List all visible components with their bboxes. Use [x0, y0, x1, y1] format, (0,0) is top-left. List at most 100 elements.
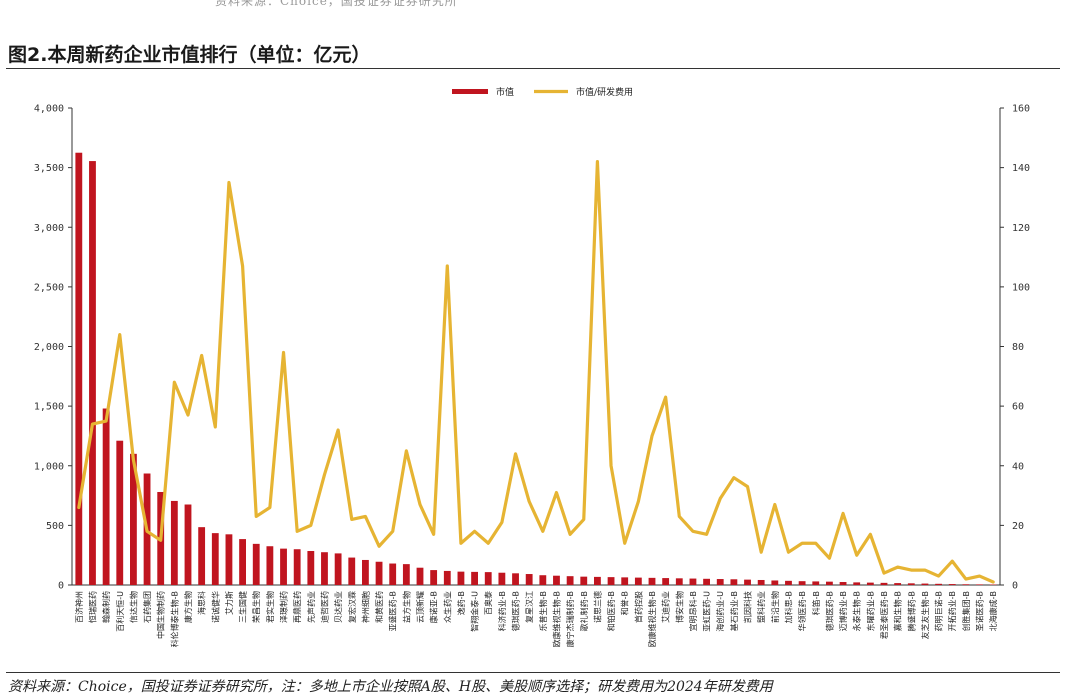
bar [321, 552, 328, 585]
line-point [528, 500, 530, 503]
line-point [118, 333, 121, 336]
line-series [77, 160, 995, 584]
category-label: 友芝友生物-B [920, 591, 930, 639]
category-label: 创胜集团-B [961, 591, 971, 631]
legend-swatch-bar [452, 89, 488, 94]
bar [798, 581, 806, 585]
line-point [187, 414, 189, 416]
category-label: 再鼎医药 [292, 591, 302, 623]
line-point [937, 575, 940, 577]
bar [894, 583, 902, 585]
line-path [77, 160, 995, 584]
line-point [310, 524, 312, 527]
bar [389, 563, 397, 585]
line-point [924, 569, 926, 571]
category-label: 宜明昂科-B [688, 591, 698, 631]
bar [935, 583, 942, 585]
line-point [255, 515, 258, 518]
category-label: 中国生物制药 [156, 591, 166, 639]
bar [116, 440, 124, 585]
bar [866, 582, 874, 585]
bar [430, 570, 438, 585]
category-label: 泽璟制药 [279, 591, 289, 623]
bar [648, 577, 656, 585]
line-point [296, 530, 298, 533]
bar [457, 571, 465, 585]
bar [662, 578, 670, 585]
category-label: 亚虹医药-U [702, 591, 712, 632]
y-left-tick-label: 3,000 [34, 223, 64, 234]
bar [826, 581, 833, 585]
line-point [419, 503, 421, 506]
y-left-tick-label: 500 [46, 521, 64, 532]
bar [675, 578, 683, 585]
category-label: 君圣泰医药-B [879, 591, 889, 639]
category-label: 复星汉江 [524, 591, 534, 623]
category-label: 海思科 [197, 591, 207, 615]
bar [907, 583, 915, 585]
category-label: 药明巨诺-B [934, 591, 944, 631]
line-point [678, 515, 681, 518]
bar [348, 557, 356, 585]
y-left-tick-label: 1,000 [34, 461, 64, 472]
category-label: 德琪医药-B [824, 591, 834, 631]
line-point [282, 351, 285, 354]
y-left-tick-label: 3,500 [34, 163, 64, 174]
line-point [883, 572, 885, 574]
line-point [787, 551, 790, 554]
bar [512, 573, 519, 585]
line-point [78, 506, 80, 509]
bar [948, 584, 956, 585]
category-label: 欧康维视生物-B [551, 591, 561, 647]
bar [471, 571, 478, 585]
bar [293, 549, 301, 585]
bar [443, 570, 451, 585]
bar [716, 579, 724, 585]
category-label: 贝达药业 [333, 591, 343, 623]
bar [89, 161, 96, 585]
line-point [978, 575, 981, 577]
y-right-tick-label: 140 [1012, 163, 1030, 174]
line-point [774, 503, 776, 506]
category-label: 华领医药-B [797, 591, 807, 631]
category-label: 亚盛医药-B [388, 591, 398, 631]
line-point [842, 512, 844, 515]
category-label: 凯因科技 [743, 591, 753, 623]
category-label: 海创药业-U [715, 591, 725, 632]
category-label: 基石药业-B [729, 591, 739, 631]
bar [853, 582, 861, 585]
category-label: 博安生物 [674, 591, 684, 623]
category-label: 首药控股 [633, 591, 643, 623]
bar [744, 579, 751, 585]
bar [812, 581, 820, 585]
line-point [432, 533, 435, 536]
line-point [719, 497, 722, 500]
category-label: 永泰生物-B [852, 591, 862, 631]
bar [621, 577, 629, 585]
line-point [651, 435, 653, 437]
line-point [855, 554, 858, 556]
category-label: 百济神州 [74, 591, 84, 623]
bar [785, 580, 792, 585]
line-point [228, 181, 230, 184]
y-left-tick-label: 4,000 [34, 104, 64, 115]
category-label: 盟科药业 [756, 591, 766, 623]
bar [334, 553, 342, 585]
line-point [542, 530, 544, 533]
bar [607, 577, 615, 585]
line-point [555, 491, 558, 494]
bar [416, 567, 424, 585]
line-point [132, 458, 135, 461]
line-point [501, 521, 503, 524]
line-point [378, 545, 380, 548]
category-label: 先声药业 [306, 591, 316, 623]
line-point [910, 569, 913, 571]
line-point [582, 518, 585, 521]
line-point [446, 265, 449, 267]
category-label: 北海康成-B [988, 591, 998, 631]
line-point [146, 530, 148, 533]
line-point [159, 539, 162, 542]
line-point [460, 542, 462, 545]
line-point [514, 453, 517, 455]
category-label: 和铂医药-B [606, 591, 616, 631]
